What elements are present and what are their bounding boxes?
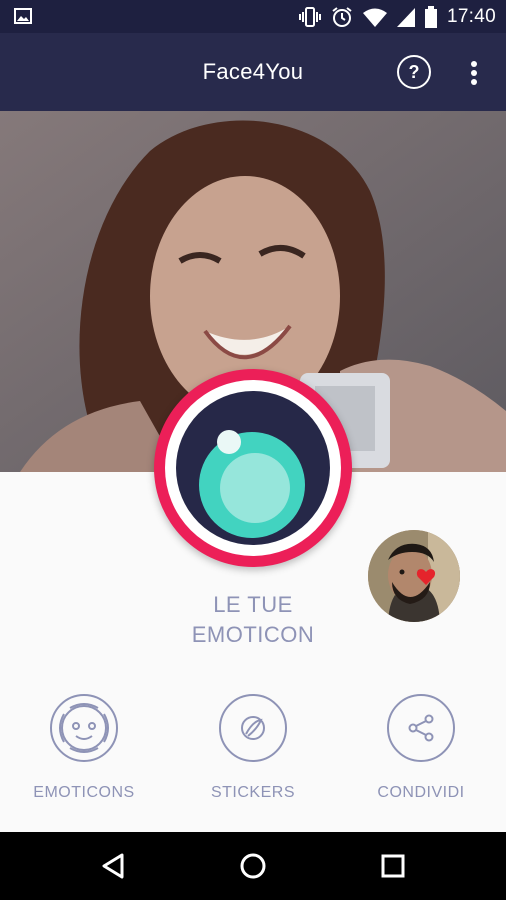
- lens-shine: [217, 430, 241, 454]
- share-icon: [387, 694, 455, 762]
- action-emoticons[interactable]: EMOTICONS: [4, 694, 164, 802]
- your-emoticons-label[interactable]: LE TUE EMOTICON: [160, 590, 346, 650]
- vibrate-icon: [298, 7, 321, 27]
- help-icon[interactable]: ?: [397, 55, 431, 89]
- lens-inner: [220, 453, 290, 523]
- avatar[interactable]: [368, 530, 460, 622]
- home-icon[interactable]: [223, 832, 283, 900]
- status-bar: 17:40: [0, 0, 506, 33]
- capture-button[interactable]: [154, 369, 352, 567]
- your-emoticons-line1: LE TUE: [213, 592, 293, 617]
- app-bar: Face4You ?: [0, 33, 506, 111]
- emoticon-face-icon: [50, 694, 118, 762]
- wifi-icon: [362, 8, 387, 27]
- action-emoticons-label: EMOTICONS: [33, 784, 135, 801]
- battery-icon: [424, 6, 437, 28]
- gallery-icon: [14, 8, 32, 24]
- action-stickers-label: STICKERS: [210, 784, 295, 801]
- recents-icon[interactable]: [363, 832, 423, 900]
- alarm-icon: [332, 7, 352, 27]
- action-share[interactable]: CONDIVIDI: [341, 694, 501, 802]
- sticker-icon: [219, 694, 287, 762]
- back-icon[interactable]: [83, 832, 143, 900]
- action-stickers[interactable]: STICKERS: [173, 694, 333, 802]
- signal-icon: [396, 8, 415, 27]
- action-share-label: CONDIVIDI: [377, 784, 465, 801]
- system-nav-bar: [0, 832, 506, 900]
- overflow-menu-icon[interactable]: [466, 60, 482, 86]
- status-time: 17:40: [446, 6, 496, 27]
- your-emoticons-line2: EMOTICON: [191, 622, 315, 647]
